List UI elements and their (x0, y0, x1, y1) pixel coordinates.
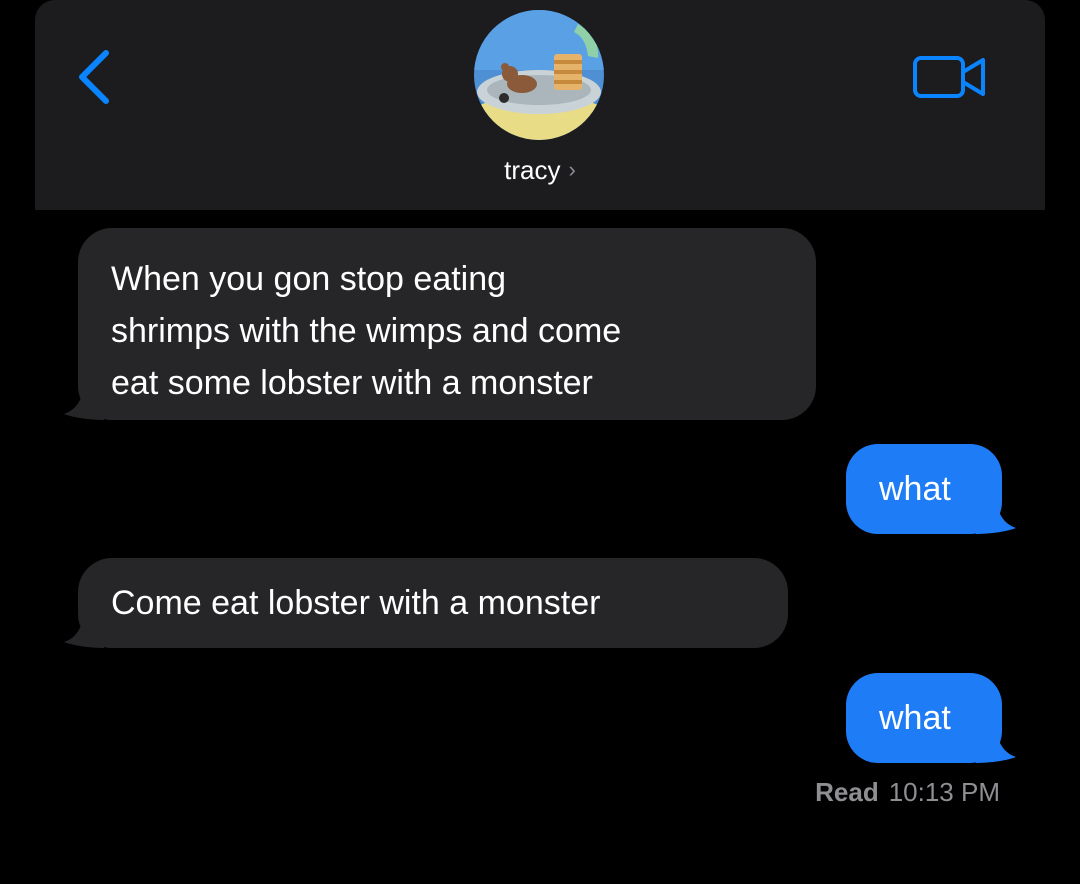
outgoing-message-bubble[interactable]: what (846, 673, 1016, 763)
incoming-message-bubble[interactable]: When you gon stop eating shrimps with th… (64, 228, 816, 420)
message-line: shrimps with the wimps and come (111, 312, 622, 350)
message-line: eat some lobster with a monster (111, 364, 593, 402)
read-receipt: Read 10:13 PM (815, 774, 1000, 810)
message-line: what (879, 699, 951, 737)
incoming-message-bubble[interactable]: Come eat lobster with a monster (64, 558, 788, 648)
video-call-button[interactable] (912, 55, 988, 99)
read-label: Read (815, 777, 879, 807)
contact-name-button[interactable]: tracy › (0, 150, 1080, 190)
contact-name: tracy (504, 155, 561, 185)
bubble-tail (64, 614, 104, 648)
message-line: Come eat lobster with a monster (111, 584, 601, 622)
bubble-tail (64, 386, 104, 420)
message-line: what (879, 470, 951, 508)
avatar[interactable] (474, 10, 604, 140)
chevron-left-icon (79, 50, 109, 104)
outgoing-message-bubble[interactable]: what (846, 444, 1016, 534)
video-camera-icon (913, 56, 985, 98)
message-line: When you gon stop eating (111, 260, 507, 298)
chevron-right-icon: › (568, 157, 576, 182)
avatar-image (474, 10, 604, 140)
back-button[interactable] (70, 45, 120, 109)
read-time: 10:13 PM (888, 777, 1000, 807)
